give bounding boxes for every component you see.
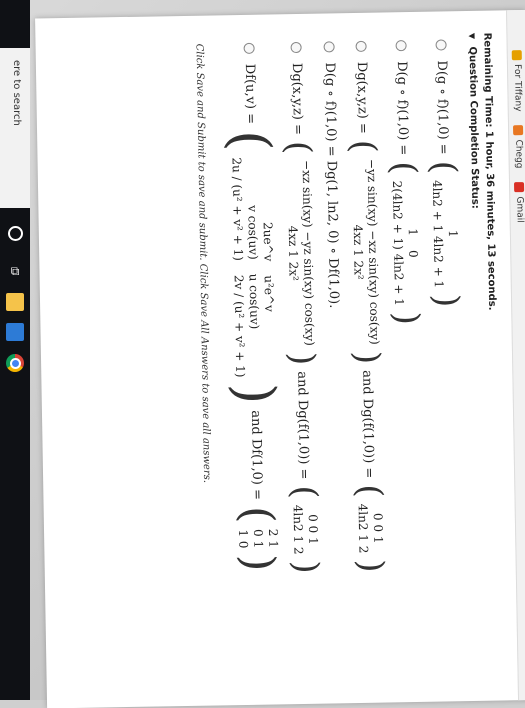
store-icon[interactable] [6,323,24,341]
radio-button[interactable] [291,41,303,54]
submit-instructions: Click Save and Submit to save and submit… [193,43,213,484]
answer-option-3[interactable]: Dg(x,y,z) = ( −yz sin(xy) −xz sin(xy) co… [343,40,391,691]
task-view-icon[interactable]: ⧉ [6,262,24,280]
expand-triangle-icon: ▼ [467,32,477,40]
file-explorer-icon[interactable] [6,293,24,311]
search-placeholder[interactable]: ere to search [11,60,22,126]
matrix: −xz sin(xy) −yz sin(xy) cos(xy) 4xz 1 2x… [285,159,317,347]
matrix: 1 4ln2 + 1 4ln2 + 1 [429,179,460,289]
radio-button[interactable] [396,40,408,52]
matrix: 1 0 2(4ln2 + 1) 4ln2 + 1 [389,180,421,306]
bookmark-gmail[interactable]: Gmail [514,182,525,223]
matrix: 2ue^v u²e^v v cos(uv) u cos(uv) 2u / (u²… [229,157,277,378]
chegg-icon [513,125,524,136]
chrome-icon[interactable] [6,354,24,372]
radio-button[interactable] [356,40,368,52]
answer-option-1[interactable]: D(g ∘ f)(1,0) = ( 1 4ln2 + 1 4ln2 + 1 ) [424,39,468,689]
radio-button[interactable] [323,41,335,53]
radio-button[interactable] [436,39,448,51]
test-content: Remaining Time: 1 hour, 36 minutes, 13 s… [185,10,518,705]
taskbar: ere to search ⧉ [0,0,30,700]
answer-option-5[interactable]: Dg(x,y,z) = ( −xz sin(xy) −yz sin(xy) co… [278,41,326,692]
bookmark-chegg[interactable]: Chegg [513,125,524,169]
bookmark-for-tiffany[interactable]: For Tiffany [511,50,523,112]
answer-option-4[interactable]: D(g ∘ f)(1,0) = Dg(1, ln2, 0) ∘ Df(1,0). [322,41,348,691]
gmail-icon [514,182,525,193]
radio-button[interactable] [243,42,255,54]
matrix: −yz sin(xy) −xz sin(xy) cos(xy) 4xz 1 2x… [350,158,382,345]
matrix: 2 1 0 1 1 0 [236,528,281,549]
cortana-icon[interactable] [8,226,23,241]
matrix: 0 0 1 4ln2 1 2 [290,504,321,555]
browser-window: For Tiffany Chegg Gmail Remaining Time: … [35,10,525,708]
answer-option-6[interactable]: Df(u,v) = ( 2ue^v u²e^v v cos(uv) u cos(… [220,42,287,693]
matrix: 0 0 1 4ln2 1 2 [355,503,386,554]
answer-option-2[interactable]: D(g ∘ f)(1,0) = ( 1 0 2(4ln2 + 1) 4ln2 +… [384,40,428,690]
folder-icon [511,50,522,61]
